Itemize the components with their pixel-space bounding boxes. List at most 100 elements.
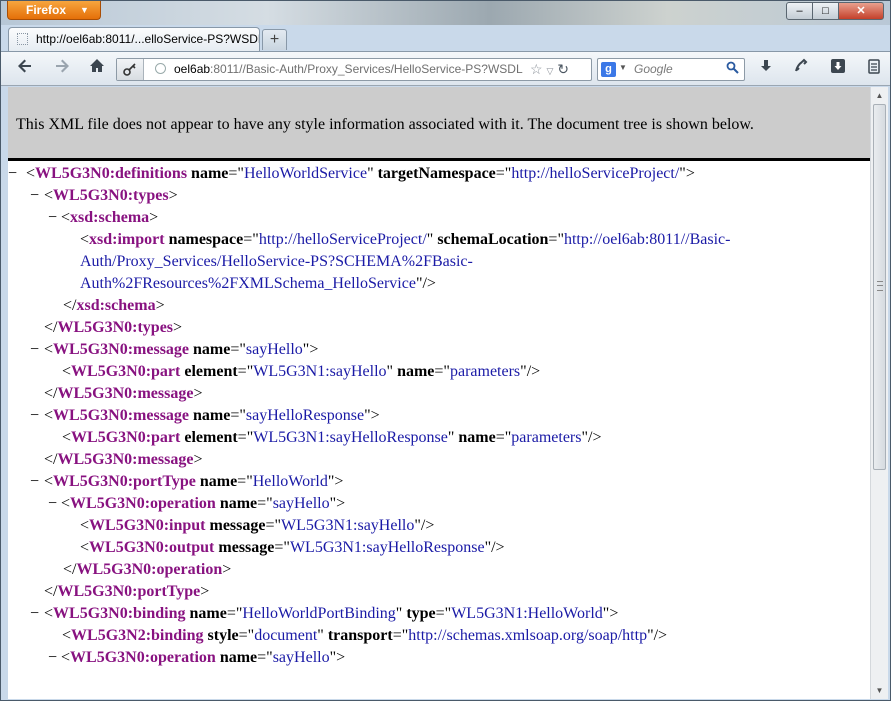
globe-icon bbox=[155, 63, 166, 74]
browser-window: Firefox ▼ – □ ✕ http://oel6ab:8011/...ell… bbox=[0, 0, 891, 701]
url-bar-buttons: ☆ ▽ ↻ bbox=[530, 61, 569, 78]
xml-punct: > bbox=[193, 451, 203, 468]
xml-attr-value: WL5G3N1:HelloWorld bbox=[451, 605, 603, 622]
collapse-toggle[interactable]: − bbox=[48, 647, 57, 669]
xml-line: <WL5G3N0:definitions name="HelloWorldSer… bbox=[26, 163, 695, 185]
xml-attr-name: name bbox=[189, 605, 227, 622]
xml-punct: </ bbox=[63, 297, 77, 314]
collapse-toggle[interactable]: − bbox=[48, 493, 57, 515]
xml-punct: < bbox=[44, 407, 54, 424]
xml-punct: > bbox=[155, 297, 165, 314]
minimize-button[interactable]: – bbox=[786, 2, 813, 20]
star-icon[interactable]: ☆ bbox=[530, 61, 543, 77]
xml-attr-name: name bbox=[193, 407, 231, 424]
xml-punct: =" bbox=[495, 165, 512, 182]
xml-tag-name: WL5G3N0:message bbox=[53, 341, 190, 358]
url-bar[interactable]: oel6ab:8011//Basic-Auth/Proxy_Services/H… bbox=[116, 58, 592, 81]
home-icon[interactable] bbox=[86, 58, 108, 80]
xml-punct: =" bbox=[434, 363, 450, 380]
xml-line: </WL5G3N0:message> bbox=[44, 449, 202, 471]
close-button[interactable]: ✕ bbox=[838, 2, 884, 20]
xml-punct: =" bbox=[230, 341, 246, 358]
xml-attr-value: parameters bbox=[511, 429, 582, 446]
search-bar[interactable]: g ▼ Google bbox=[597, 58, 745, 81]
xml-line: <WL5G3N0:input message="WL5G3N1:sayHello… bbox=[80, 515, 434, 537]
xml-punct: =" bbox=[237, 429, 254, 446]
xml-punct: "/> bbox=[414, 517, 435, 534]
xml-attr-name: name bbox=[219, 495, 258, 512]
xml-line: <WL5G3N0:operation name="sayHello"> bbox=[61, 493, 345, 515]
xml-punct: < bbox=[44, 473, 54, 490]
dropmarker-icon[interactable]: ▽ bbox=[546, 66, 553, 76]
xml-line: <xsd:import namespace="http://helloServi… bbox=[80, 229, 730, 251]
vertical-scrollbar[interactable]: ▲ ▼ bbox=[870, 87, 888, 699]
xml-punct: " bbox=[386, 363, 398, 380]
grip-icon bbox=[877, 281, 883, 291]
collapse-toggle[interactable]: − bbox=[30, 339, 39, 361]
xml-punct: < bbox=[61, 649, 71, 666]
key-icon[interactable] bbox=[117, 59, 144, 80]
xml-punct: < bbox=[80, 231, 90, 248]
xml-line: <WL5G3N0:message name="sayHello"> bbox=[44, 339, 318, 361]
download-box-icon[interactable] bbox=[827, 58, 849, 80]
xml-punct: < bbox=[62, 429, 72, 446]
url-text[interactable]: oel6ab:8011//Basic-Auth/Proxy_Services/H… bbox=[174, 62, 523, 76]
xml-punct: < bbox=[61, 495, 71, 512]
xml-tag-name: WL5G3N0:operation bbox=[70, 649, 216, 666]
xml-attr-value: http://oel6ab:8011//Basic- bbox=[563, 231, 731, 248]
search-input[interactable]: Google bbox=[634, 62, 673, 76]
firefox-menu-button[interactable]: Firefox ▼ bbox=[7, 1, 101, 20]
xml-punct: "> bbox=[364, 407, 380, 424]
reload-icon[interactable]: ↻ bbox=[557, 61, 569, 77]
scrollbar-thumb[interactable] bbox=[873, 104, 886, 470]
xml-attr-value: http://helloServiceProject/ bbox=[511, 165, 680, 182]
xml-tag-name: xsd:schema bbox=[76, 297, 156, 314]
maximize-button[interactable]: □ bbox=[812, 2, 839, 20]
xml-punct: "/> bbox=[415, 275, 436, 292]
xml-punct: > bbox=[200, 583, 210, 600]
firefox-menu-label: Firefox bbox=[26, 3, 67, 17]
xml-tag-name: WL5G3N0:part bbox=[71, 363, 181, 380]
collapse-toggle[interactable]: − bbox=[30, 185, 39, 207]
xml-punct: </ bbox=[44, 451, 58, 468]
xml-tag-name: WL5G3N0:definitions bbox=[35, 165, 188, 182]
collapse-toggle[interactable]: − bbox=[30, 471, 39, 493]
download-arrow-icon[interactable] bbox=[755, 58, 777, 80]
xml-attr-value: HelloWorldService bbox=[243, 165, 368, 182]
xml-tag-name: WL5G3N0:portType bbox=[53, 473, 196, 490]
xml-attr-value: Auth/Proxy_Services/HelloService-PS?SCHE… bbox=[80, 253, 473, 270]
google-icon[interactable]: g bbox=[601, 62, 616, 77]
new-tab-button[interactable]: + bbox=[262, 29, 287, 50]
xml-line: <WL5G3N0:message name="sayHelloResponse"… bbox=[44, 405, 380, 427]
collapse-toggle[interactable]: − bbox=[48, 207, 57, 229]
xml-attr-value: HelloWorld bbox=[252, 473, 328, 490]
xml-line: Auth/Proxy_Services/HelloService-PS?SCHE… bbox=[80, 251, 473, 273]
xml-attr-value: sayHello bbox=[272, 649, 330, 666]
xml-punct: =" bbox=[274, 539, 290, 556]
xml-line: Auth%2FResources%2FXMLSchema_HelloServic… bbox=[80, 273, 436, 295]
xml-line: </WL5G3N0:types> bbox=[44, 317, 182, 339]
puzzle-icon[interactable] bbox=[790, 58, 812, 80]
collapse-toggle[interactable]: − bbox=[8, 163, 17, 185]
menu-icon[interactable] bbox=[863, 58, 885, 80]
xml-tag-name: WL5G3N0:operation bbox=[70, 495, 216, 512]
notice-text: This XML file does not appear to have an… bbox=[16, 116, 754, 133]
xml-punct: " bbox=[317, 627, 328, 644]
back-icon[interactable] bbox=[14, 58, 36, 80]
page-favicon-icon bbox=[17, 33, 28, 45]
xml-attr-name: name bbox=[458, 429, 496, 446]
xml-punct: =" bbox=[435, 605, 452, 622]
xml-punct: > bbox=[173, 319, 183, 336]
scroll-down-icon[interactable]: ▼ bbox=[871, 682, 888, 699]
xml-punct: > bbox=[222, 561, 232, 578]
xml-punct: " bbox=[447, 429, 459, 446]
xml-tag-name: WL5G3N0:binding bbox=[53, 605, 186, 622]
chevron-down-icon[interactable]: ▼ bbox=[619, 63, 627, 72]
collapse-toggle[interactable]: − bbox=[30, 603, 39, 625]
scroll-up-icon[interactable]: ▲ bbox=[871, 87, 888, 104]
search-icon[interactable] bbox=[726, 61, 739, 77]
xml-attr-name: targetNamespace bbox=[377, 165, 496, 182]
forward-icon[interactable] bbox=[51, 58, 73, 80]
tab-wsdl[interactable]: http://oel6ab:8011/...elloService-PS?WSD… bbox=[8, 27, 260, 51]
collapse-toggle[interactable]: − bbox=[30, 405, 39, 427]
